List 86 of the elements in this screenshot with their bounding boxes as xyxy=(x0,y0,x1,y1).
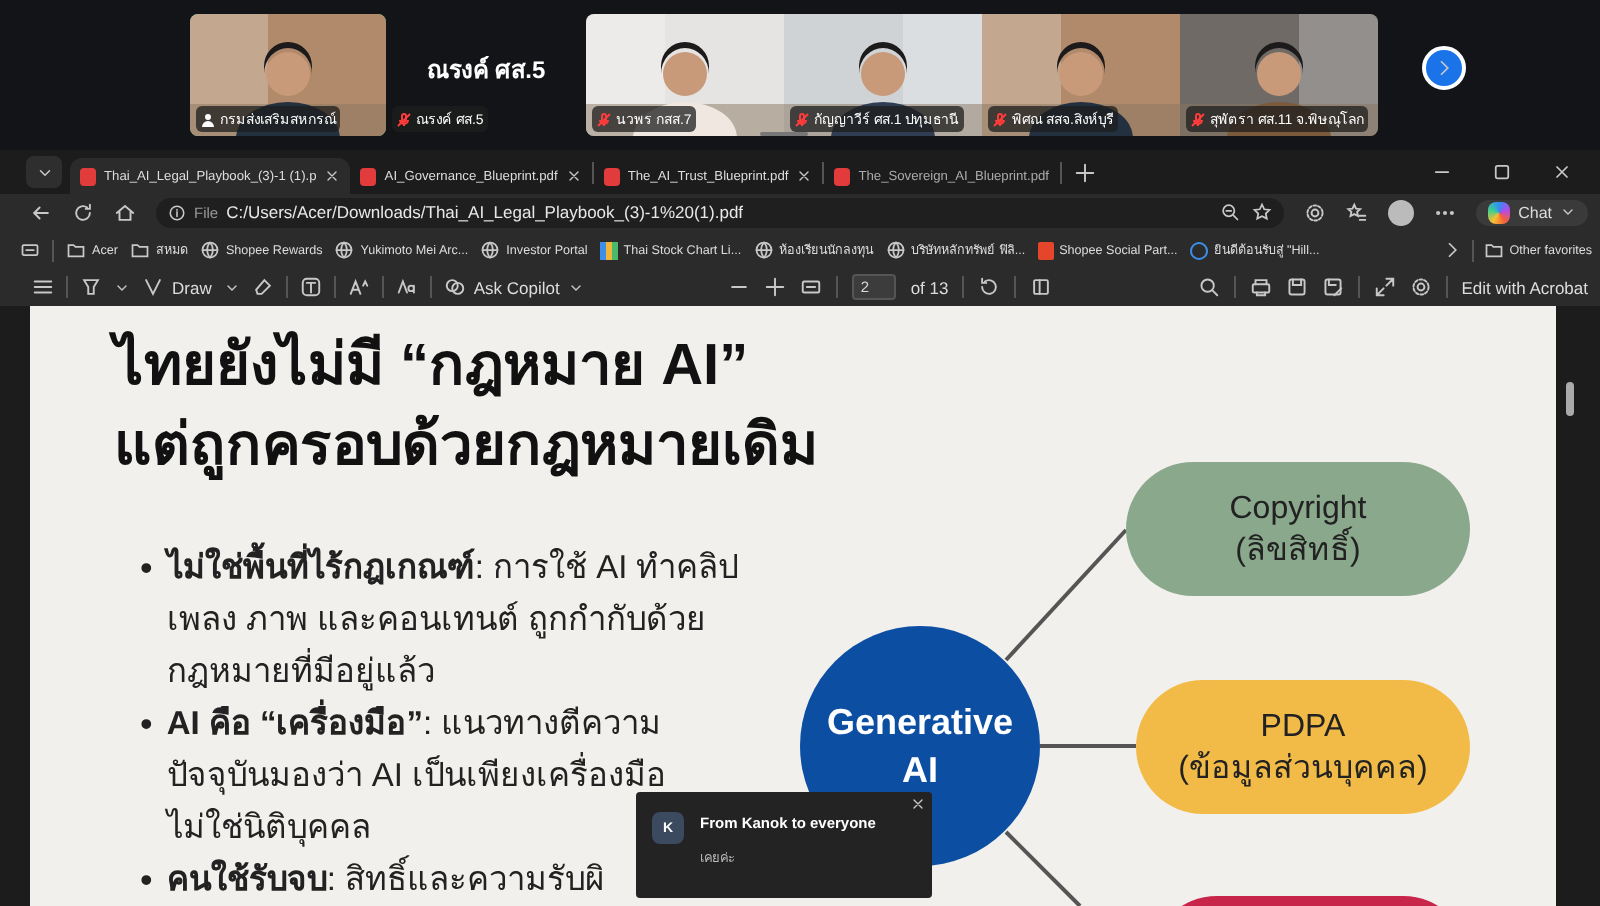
highlighter-icon[interactable] xyxy=(80,276,102,299)
chat-button[interactable]: Chat xyxy=(1476,199,1588,226)
bullet-text: คนใช้รับจบ: สิทธิ์และความรับผิ xyxy=(166,854,605,906)
folder-icon[interactable] xyxy=(66,240,86,260)
bar-chart-icon xyxy=(599,241,618,259)
bullet-marker: • xyxy=(140,702,153,749)
back-icon[interactable] xyxy=(30,201,52,224)
muted-mic-icon xyxy=(992,111,1008,127)
print-icon[interactable] xyxy=(1249,276,1272,299)
node-label: (ข้อมูลส่วนบุคคล) xyxy=(1178,749,1428,790)
profile-avatar[interactable] xyxy=(1388,199,1415,226)
globe-icon[interactable] xyxy=(334,240,355,260)
connector-line xyxy=(1040,744,1136,749)
copilot-logo-icon xyxy=(1488,201,1511,224)
search-icon[interactable] xyxy=(1197,276,1220,299)
zoom-out-icon[interactable] xyxy=(1220,202,1241,223)
drag-handle[interactable] xyxy=(760,132,808,136)
pdf-icon xyxy=(80,167,96,185)
save-icon[interactable] xyxy=(1285,276,1308,299)
bullet-text: AI คือ “เครื่องมือ”: แนวทางตีความ xyxy=(166,698,662,751)
node-label: Generative xyxy=(826,700,1014,747)
person-icon xyxy=(200,111,216,127)
fit-page-icon[interactable] xyxy=(800,276,823,299)
bullet-text: กฎหมายที่มีอยู่แล้ว xyxy=(166,646,435,699)
star-icon[interactable] xyxy=(1252,202,1273,223)
pen-icon[interactable] xyxy=(142,276,164,299)
eraser-icon[interactable] xyxy=(251,276,274,299)
globe-icon[interactable] xyxy=(199,240,220,260)
draw-button[interactable]: Draw xyxy=(142,276,212,299)
fullscreen-icon[interactable] xyxy=(1373,276,1396,299)
close-icon[interactable] xyxy=(324,168,341,184)
bullet-marker: • xyxy=(140,546,153,593)
node-label: AI xyxy=(902,748,938,795)
folder-icon[interactable] xyxy=(129,240,150,260)
pdf-icon xyxy=(834,167,851,185)
info-icon[interactable] xyxy=(168,203,186,222)
read-aloud-icon[interactable] xyxy=(395,276,418,299)
next-button[interactable] xyxy=(1422,46,1466,90)
muted-mic-icon xyxy=(1190,111,1206,127)
copilot-icon[interactable] xyxy=(443,276,466,299)
folder-icon[interactable] xyxy=(1483,240,1504,260)
close-icon[interactable] xyxy=(796,168,813,184)
bullet-text: ไม่ใช่พื้นที่ไร้กฎเกณฑ์: การใช้ AI ทำคลิป xyxy=(166,542,739,595)
ring-icon xyxy=(1189,241,1208,259)
favorites-icon[interactable] xyxy=(1346,201,1369,224)
text-icon[interactable] xyxy=(299,276,322,299)
bullet-text: เพลง ภาพ และคอนเทนต์ ถูกกำกับด้วย xyxy=(166,599,707,643)
close-icon[interactable] xyxy=(1552,162,1572,182)
slide-title: ไทยยังไม่มี “กฎหมาย AI” xyxy=(114,326,1556,407)
new-tab-icon[interactable] xyxy=(1073,161,1096,183)
shopping-bag-icon xyxy=(1037,241,1054,259)
extensions-icon[interactable] xyxy=(1304,201,1327,224)
globe-icon[interactable] xyxy=(885,240,906,260)
refresh-icon[interactable] xyxy=(72,201,94,224)
maximize-icon[interactable] xyxy=(1492,162,1512,182)
close-icon[interactable] xyxy=(565,168,582,184)
node-label: (ลิขสิทธิ์) xyxy=(1235,529,1361,572)
muted-mic-icon xyxy=(794,111,810,127)
muted-mic-icon xyxy=(596,111,612,127)
zoom-in-icon[interactable] xyxy=(764,276,787,299)
connector-line xyxy=(1004,830,1082,906)
home-icon[interactable] xyxy=(114,201,136,224)
globe-icon[interactable] xyxy=(480,240,501,260)
pdf-icon xyxy=(360,167,377,185)
bullet-text: ไม่ใช่นิติบุคคล xyxy=(166,806,371,851)
participant-title: ณรงค์ ศส.5 xyxy=(426,54,546,88)
globe-icon[interactable] xyxy=(753,240,774,260)
tab-icon[interactable] xyxy=(20,240,40,260)
slide-title: แต่ถูกครอบด้วยกฎหมายเดิม xyxy=(114,412,820,484)
muted-mic-icon xyxy=(396,111,412,127)
bullet-marker: • xyxy=(140,858,153,905)
pdf-icon xyxy=(603,167,620,185)
page-view-icon[interactable] xyxy=(1030,276,1053,299)
close-icon[interactable] xyxy=(910,796,926,813)
text-size-icon[interactable] xyxy=(347,276,370,299)
contents-icon[interactable] xyxy=(32,276,54,299)
connector-line xyxy=(1004,528,1128,662)
settings-icon[interactable] xyxy=(1409,276,1432,299)
node-label: PDPA xyxy=(1260,707,1346,748)
ask-copilot-button[interactable]: Ask Copilot xyxy=(443,276,584,299)
rotate-icon[interactable] xyxy=(978,276,1001,299)
page-count: of 13 xyxy=(910,277,949,298)
scrollbar-thumb[interactable] xyxy=(1566,382,1574,417)
edit-with-acrobat-button[interactable]: Edit with Acrobat xyxy=(1461,277,1588,298)
save-as-icon[interactable] xyxy=(1321,276,1344,299)
node-label: Copyright xyxy=(1229,489,1367,526)
